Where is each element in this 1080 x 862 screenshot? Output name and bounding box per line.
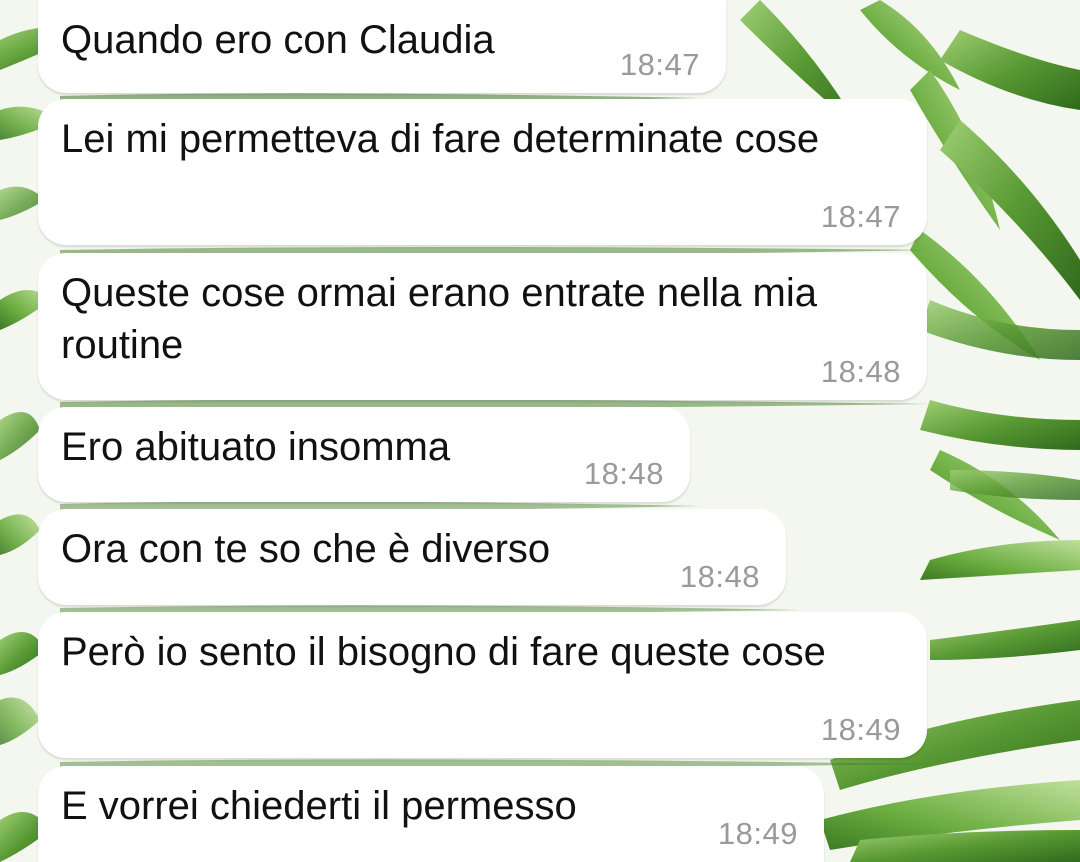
message-timestamp: 18:48	[820, 354, 901, 389]
message-timestamp: 18:49	[717, 816, 798, 851]
message-timestamp: 18:47	[820, 199, 901, 234]
message-bubble[interactable]: Ero abituato insomma 18:48	[38, 407, 690, 502]
message-bubble[interactable]: Lei mi permetteva di fare determinate co…	[38, 99, 927, 245]
message-bubble[interactable]: Queste cose ormai erano entrate nella mi…	[38, 253, 927, 400]
message-timestamp: 18:49	[820, 712, 901, 747]
message-bubble[interactable]: Quando ero con Claudia 18:47	[38, 0, 726, 93]
message-text: E vorrei chiederti il permesso	[61, 784, 577, 828]
message-text: Ora con te so che è diverso	[61, 527, 551, 571]
message-text: Ero abituato insomma	[61, 425, 451, 469]
message-timestamp: 18:48	[679, 559, 760, 594]
message-text: Quando ero con Claudia	[61, 18, 495, 62]
message-list: Quando ero con Claudia 18:47 Lei mi perm…	[0, 0, 1080, 862]
message-timestamp: 18:47	[619, 47, 700, 82]
message-bubble[interactable]: Però io sento il bisogno di fare queste …	[38, 612, 927, 758]
message-bubble[interactable]: Ora con te so che è diverso 18:48	[38, 509, 786, 605]
message-timestamp: 18:48	[583, 456, 664, 491]
message-text: Però io sento il bisogno di fare queste …	[61, 630, 826, 674]
message-bubble[interactable]: E vorrei chiederti il permesso 18:49	[38, 766, 824, 862]
message-text: Lei mi permetteva di fare determinate co…	[61, 117, 820, 161]
message-text: Queste cose ormai erano entrate nella mi…	[61, 271, 829, 367]
